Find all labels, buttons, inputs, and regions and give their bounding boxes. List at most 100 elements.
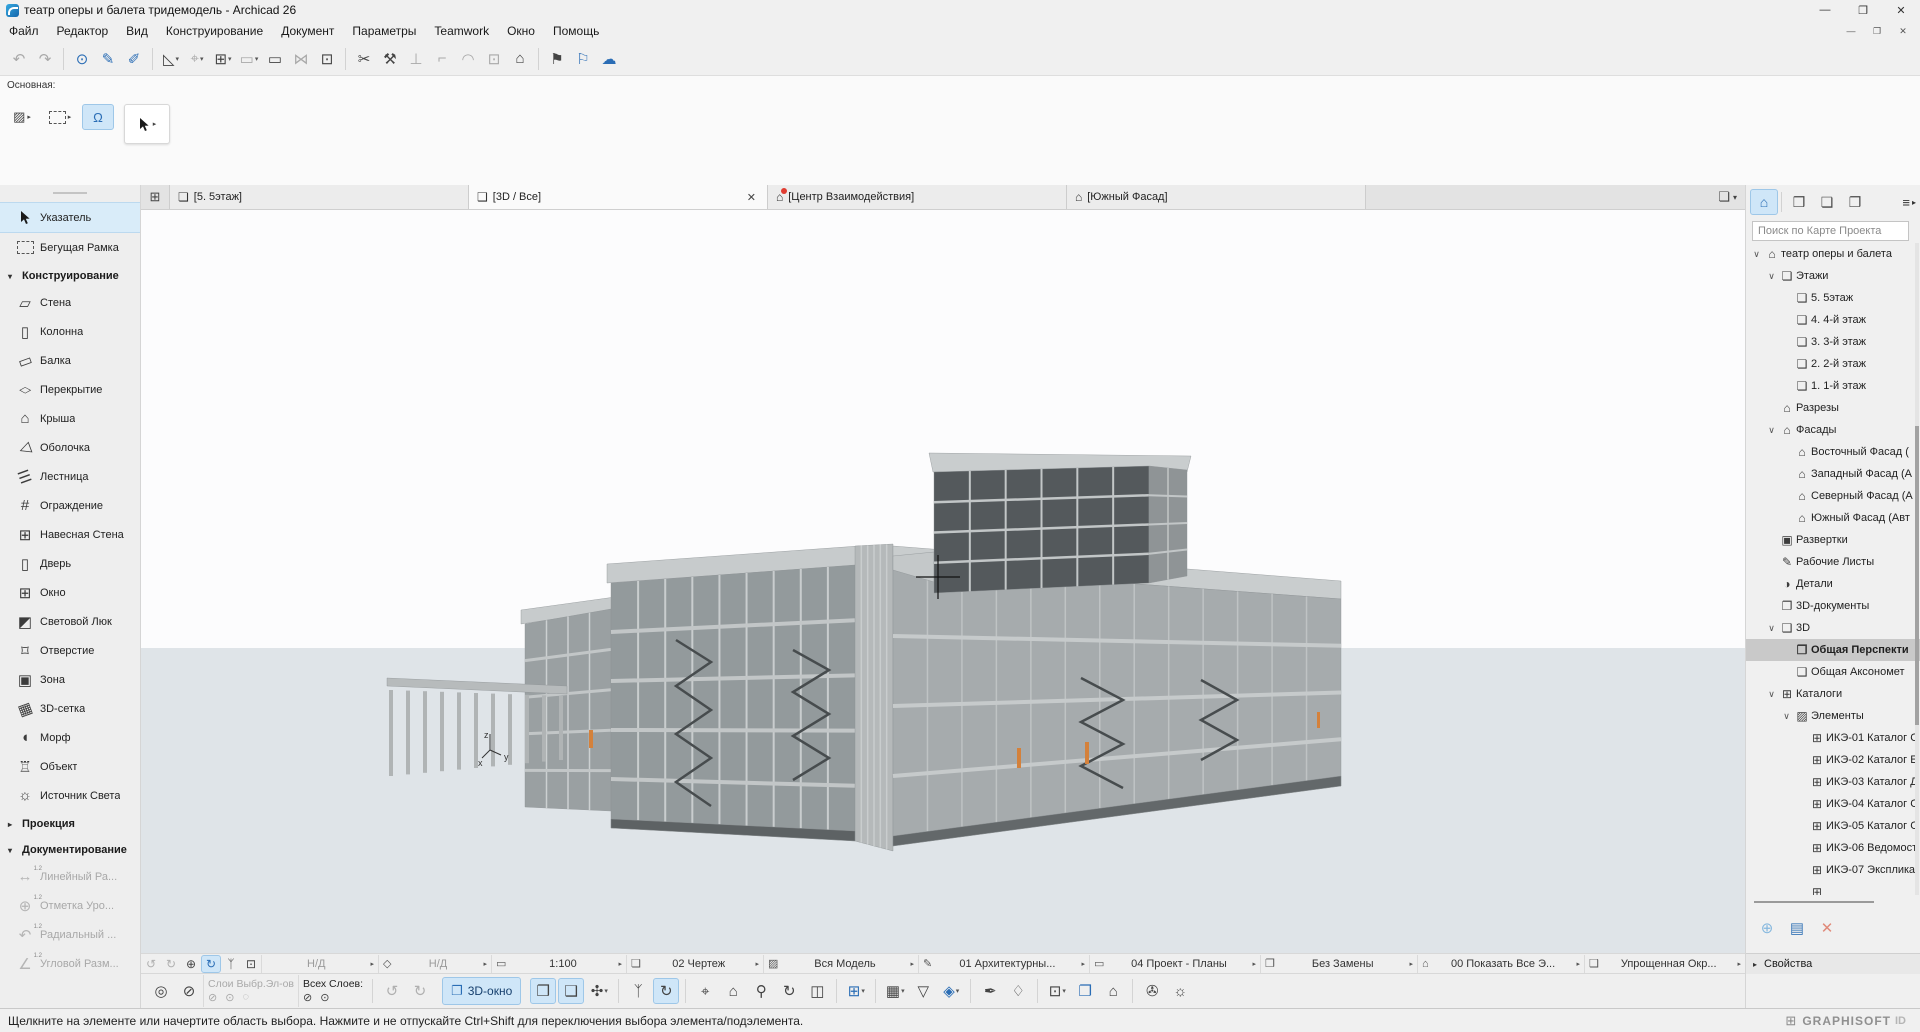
toolbox-section-проекция[interactable]: ▸Проекция: [0, 812, 140, 836]
undo-icon[interactable]: ↶: [7, 47, 31, 71]
resize-icon[interactable]: ⊡: [482, 47, 506, 71]
lock-swap-icon[interactable]: ⊘: [176, 978, 202, 1004]
toolbox-item-объект[interactable]: ♖Объект: [0, 752, 140, 781]
tab--5-5этаж-[interactable]: ❏[5. 5этаж]: [170, 185, 469, 209]
toolbox-item-оболочка[interactable]: ◁Оболочка: [0, 433, 140, 462]
look-to-icon[interactable]: ⌖: [692, 978, 718, 1004]
tree-item-икэ-06-ведомост[interactable]: ⊞ИКЭ-06 Ведомост: [1746, 837, 1920, 859]
toolbox-item-крыша[interactable]: ⌂Крыша: [0, 404, 140, 433]
tree-item-рабочие-листы[interactable]: ✎Рабочие Листы: [1746, 551, 1920, 573]
filter-elements-icon[interactable]: ▽: [910, 978, 936, 1004]
section-plane-icon[interactable]: ◫: [804, 978, 830, 1004]
toolbox-section-конструирование[interactable]: ▾Конструирование: [0, 264, 140, 288]
camera-position-icon[interactable]: ⚲: [748, 978, 774, 1004]
toolbox-item-отверстие[interactable]: ⌑Отверстие: [0, 636, 140, 665]
surface-paint-icon[interactable]: ✒: [977, 978, 1003, 1004]
toolbox-item-навесная-стена[interactable]: ⊞Навесная Стена: [0, 520, 140, 549]
toolbox-item-дверь[interactable]: ▯Дверь: [0, 549, 140, 578]
intersect-icon[interactable]: ⌐: [430, 47, 454, 71]
add-viewpoint-icon[interactable]: ⊕: [1752, 916, 1782, 940]
all-layers-group-icon-1[interactable]: ⊘: [303, 991, 312, 1004]
renovation-filter-select[interactable]: ◇Н/Д▸: [378, 955, 491, 973]
fillet-icon[interactable]: ◠: [456, 47, 480, 71]
tree-item-5-5этаж[interactable]: ❏5. 5этаж: [1746, 287, 1920, 309]
tree-item-общая-аксономет[interactable]: ❑Общая Аксономет: [1746, 661, 1920, 683]
quad-view-button[interactable]: ⊞: [141, 185, 170, 209]
visibility-swap-icon[interactable]: ◎: [148, 978, 174, 1004]
tree-item-западный-фасад-а[interactable]: ⌂Западный Фасад (А: [1746, 463, 1920, 485]
tree-item-детали[interactable]: ◑Детали: [1746, 573, 1920, 595]
align-icon[interactable]: ⊥: [404, 47, 428, 71]
edit-selection-icon[interactable]: ⊡: [315, 47, 339, 71]
tree-item-икэ-07-экспликa[interactable]: ⊞ИКЭ-07 Экспликa: [1746, 859, 1920, 881]
minimize-button[interactable]: —: [1806, 0, 1844, 20]
photo-camera-icon[interactable]: ⊡▾: [1044, 978, 1070, 1004]
tree-item-фасады[interactable]: ∨⌂Фасады: [1746, 419, 1920, 441]
close-button[interactable]: ✕: [1890, 22, 1916, 40]
tab--южный-фасад-[interactable]: ⌂[Южный Фасад]: [1067, 185, 1366, 209]
panel-menu-button[interactable]: ≡▸: [1902, 195, 1916, 210]
material-drop-icon[interactable]: ♢: [1005, 978, 1031, 1004]
chevron-expanded-icon[interactable]: ∨: [1765, 425, 1778, 436]
tree-item-элементы[interactable]: ∨▨Элементы: [1746, 705, 1920, 727]
tree-item-1-1-й-этаж[interactable]: ❏1. 1-й этаж: [1746, 375, 1920, 397]
tree-item-3d-документы[interactable]: ❐3D-документы: [1746, 595, 1920, 617]
tree-item-общая-перспекти[interactable]: ❒Общая Перспекти: [1746, 639, 1920, 661]
toolbox-item-зона[interactable]: ▣Зона: [0, 665, 140, 694]
sun-study-icon[interactable]: ☼: [1167, 978, 1193, 1004]
walk-quick-icon[interactable]: ᛉ: [221, 955, 241, 973]
orbit-quick-icon[interactable]: ↻: [201, 955, 221, 973]
tree-item-театр-оперы-и-балета[interactable]: ∨⌂театр оперы и балета: [1746, 243, 1920, 265]
element-info-icon[interactable]: ⊞▾: [843, 978, 869, 1004]
element-filter-select[interactable]: ⌂00 Показать Все Э...▸: [1417, 955, 1584, 973]
menu-5[interactable]: Документ: [272, 22, 343, 40]
adjust-icon[interactable]: ⚒: [378, 47, 402, 71]
tree-item-2-2-й-этаж[interactable]: ❏2. 2-й этаж: [1746, 353, 1920, 375]
chevron-expanded-icon[interactable]: ∨: [1750, 249, 1763, 260]
chevron-expanded-icon[interactable]: ∨: [1765, 271, 1778, 282]
snap-reference-icon[interactable]: ▭▾: [237, 47, 261, 71]
project-map-tab[interactable]: ⌂: [1750, 189, 1778, 215]
coordinates-icon[interactable]: ⌖▾: [185, 47, 209, 71]
viewpoint-settings-icon[interactable]: ▤: [1782, 916, 1812, 940]
orbit-mode-icon[interactable]: ↻: [653, 978, 679, 1004]
project-map-search-input[interactable]: [1752, 221, 1909, 241]
toolbox-item-окно[interactable]: ⊞Окно: [0, 578, 140, 607]
tree-item-южный-фасад-авт[interactable]: ⌂Южный Фасад (Авт: [1746, 507, 1920, 529]
graphic-override-select[interactable]: ❐Без Замены▸: [1260, 955, 1417, 973]
menu-9[interactable]: Помощь: [544, 22, 608, 40]
minimize-button[interactable]: —: [1838, 22, 1864, 40]
publisher-tab[interactable]: ❐: [1841, 189, 1869, 215]
toolbox-item-стена[interactable]: ▱Стена: [0, 288, 140, 317]
toolbox-item-источник-света[interactable]: ☼Источник Света: [0, 781, 140, 810]
zoom-icon[interactable]: ⊕: [181, 955, 201, 973]
arrow-tool-button[interactable]: ▸: [124, 104, 170, 144]
axonometry-view-icon[interactable]: ❑: [558, 978, 584, 1004]
maximize-button[interactable]: ❐: [1864, 22, 1890, 40]
render-home-icon[interactable]: ⌂: [1100, 978, 1126, 1004]
view-map-tab[interactable]: ❒: [1785, 189, 1813, 215]
toolbox-item-радиальный-[interactable]: ↶1.2Радиальный ...: [0, 920, 140, 949]
toolbox-item-световой-люк[interactable]: ◩Световой Люк: [0, 607, 140, 636]
zoom-to-selection-icon[interactable]: ⊙: [70, 47, 94, 71]
trace-reference-select[interactable]: Н/Д▸: [261, 955, 378, 973]
previous-view-icon[interactable]: ↺: [141, 955, 161, 973]
tree-item-partial[interactable]: ⊞: [1746, 881, 1920, 895]
tab--центр-взаимодействия-[interactable]: ⌂[Центр Взаимодействия]: [768, 185, 1067, 209]
tree-item-икэ-02-каталог-е[interactable]: ⊞ИКЭ-02 Каталог Е: [1746, 749, 1920, 771]
marquee-tool-button[interactable]: ▨▸: [6, 104, 38, 130]
snap-grid-icon[interactable]: ⊞▾: [211, 47, 235, 71]
tree-item-4-4-й-этаж[interactable]: ❏4. 4-й этаж: [1746, 309, 1920, 331]
tree-item-разрезы[interactable]: ⌂Разрезы: [1746, 397, 1920, 419]
menu-1[interactable]: Файл: [0, 22, 48, 40]
tree-item-икэ-05-каталог-с[interactable]: ⊞ИКЭ-05 Каталог С: [1746, 815, 1920, 837]
tree-item-развертки[interactable]: ▣Развертки: [1746, 529, 1920, 551]
scale-select[interactable]: ▭1:100▸: [491, 955, 626, 973]
layout-book-tab[interactable]: ❏: [1813, 189, 1841, 215]
chevron-expanded-icon[interactable]: ∨: [1765, 623, 1778, 634]
selection-rect-button[interactable]: ▸: [44, 104, 76, 130]
toolbox-item-перекрытие[interactable]: ◇Перекрытие: [0, 375, 140, 404]
marquee-3d-icon[interactable]: ▦▾: [882, 978, 908, 1004]
menu-2[interactable]: Редактор: [48, 22, 118, 40]
trim-icon[interactable]: ⋈: [289, 47, 313, 71]
